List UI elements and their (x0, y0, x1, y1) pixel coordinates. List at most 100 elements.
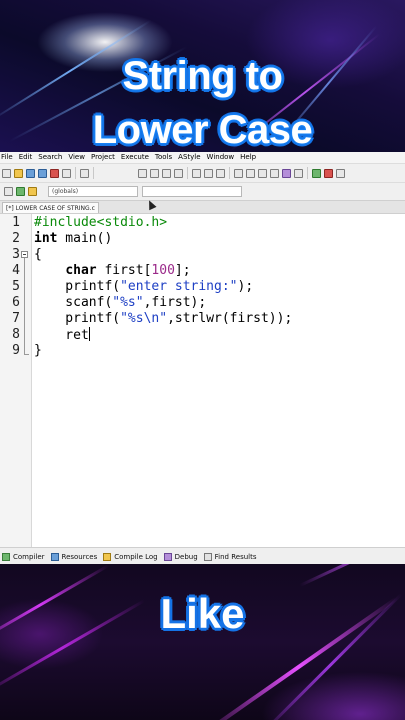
code-text: main() (57, 231, 113, 246)
menu-edit[interactable]: Edit (19, 152, 33, 163)
close-file-icon[interactable] (50, 168, 59, 178)
code-line-1: #include<stdio.h> (34, 215, 167, 231)
line-number: 4 (12, 263, 20, 278)
code-line-4: char first[100]; (34, 263, 191, 279)
code-text: ]; (174, 263, 191, 278)
string-literal: "%s" (112, 295, 144, 310)
line-number: 8 (12, 327, 20, 342)
menu-file[interactable]: File (1, 152, 13, 163)
code-text: { (34, 247, 42, 262)
undo-icon[interactable] (138, 168, 147, 178)
code-text: ,first); (143, 295, 207, 310)
secondary-toolbar: (globals) (0, 182, 405, 200)
find-results-tab-label: Find Results (214, 552, 257, 561)
new-file-icon[interactable] (2, 168, 11, 178)
profile-icon[interactable] (324, 168, 333, 178)
cancel-icon[interactable] (294, 168, 303, 178)
code-line-5: printf("enter string:"); (34, 279, 253, 295)
project-icon[interactable] (4, 187, 13, 196)
resources-icon (50, 552, 59, 561)
find-icon[interactable] (162, 168, 171, 178)
check-syntax-icon[interactable] (282, 168, 291, 178)
compile-log-icon (103, 552, 112, 561)
code-line-7: printf("%s\n",strlwr(first)); (34, 311, 292, 327)
video-title-line-1: String to (122, 54, 283, 98)
preprocessor-directive: #include<stdio.h> (34, 215, 168, 230)
window-icon[interactable] (246, 168, 255, 178)
close-all-icon[interactable] (62, 168, 71, 178)
fold-guide-end (24, 354, 29, 355)
grid-icon[interactable] (234, 168, 243, 178)
line-number: 9 (12, 343, 20, 358)
bookmark-icon[interactable] (216, 168, 225, 178)
menu-astyle[interactable]: AStyle (178, 152, 200, 163)
resources-tab[interactable]: Resources (50, 552, 98, 561)
line-number: 2 (12, 231, 20, 246)
resources-tab-label: Resources (61, 552, 98, 561)
compile-log-tab[interactable]: Compile Log (103, 552, 158, 561)
toolbar-divider (229, 167, 230, 179)
number-literal: 100 (151, 263, 175, 278)
keyword: char (65, 263, 97, 278)
bottom-panel-tabs: Compiler Resources Compile Log Debug Fin… (0, 547, 405, 564)
open-folder-icon[interactable] (14, 168, 23, 178)
find-results-icon (203, 552, 212, 561)
menu-window[interactable]: Window (207, 152, 235, 163)
print-icon[interactable] (80, 168, 89, 178)
replace-icon[interactable] (174, 168, 183, 178)
forward-icon[interactable] (204, 168, 213, 178)
find-results-tab[interactable]: Find Results (203, 552, 257, 561)
fold-toggle-icon[interactable] (21, 251, 28, 258)
debug-icon (163, 552, 172, 561)
class-browser-icon[interactable] (28, 187, 37, 196)
code-text: ret (34, 328, 89, 343)
line-number: 6 (12, 295, 20, 310)
line-number: 5 (12, 279, 20, 294)
chart-icon[interactable] (312, 168, 321, 178)
code-text: first[ (96, 263, 152, 278)
class-combo[interactable]: (globals) (48, 186, 138, 197)
toolbar-divider (75, 167, 76, 179)
menu-tools[interactable]: Tools (155, 152, 172, 163)
save-icon[interactable] (26, 168, 35, 178)
save-all-icon[interactable] (38, 168, 47, 178)
member-combo[interactable] (142, 186, 242, 197)
code-text: } (34, 343, 42, 358)
compiler-tab[interactable]: Compiler (2, 552, 45, 561)
code-editor[interactable]: 1 2 3 4 5 6 7 8 9 #include<stdio.h> int … (0, 213, 405, 548)
menu-project[interactable]: Project (91, 152, 115, 163)
redo-icon[interactable] (150, 168, 159, 178)
debug-tab-label: Debug (174, 552, 198, 561)
code-text: scanf( (34, 295, 113, 310)
tile-icon[interactable] (270, 168, 279, 178)
ide-window: File Edit Search View Project Execute To… (0, 152, 405, 564)
line-number: 3 (12, 247, 20, 262)
code-text: printf( (34, 311, 121, 326)
code-text: ); (237, 279, 254, 294)
compiler-tab-label: Compiler (13, 552, 45, 561)
add-file-icon[interactable] (16, 187, 25, 196)
back-icon[interactable] (192, 168, 201, 178)
debug-tab[interactable]: Debug (163, 552, 198, 561)
code-line-2: int main() (34, 231, 112, 247)
menu-bar: File Edit Search View Project Execute To… (0, 152, 405, 163)
string-literal: "enter string:" (120, 279, 238, 294)
code-line-8: ret (34, 327, 90, 344)
menu-help[interactable]: Help (240, 152, 256, 163)
bottom-banner: Like (0, 564, 405, 720)
neon-beam (299, 564, 405, 587)
toolbar-divider (187, 167, 188, 179)
toolbar-divider (93, 167, 94, 179)
code-line-6: scanf("%s",first); (34, 295, 206, 311)
menu-view[interactable]: View (68, 152, 85, 163)
fold-guide (24, 258, 25, 354)
editor-tab-bar: [*] LOWER CASE OF STRING.c (0, 200, 405, 214)
menu-search[interactable]: Search (38, 152, 62, 163)
code-line-9: } (34, 343, 42, 359)
layout-icon[interactable] (258, 168, 267, 178)
menu-execute[interactable]: Execute (121, 152, 149, 163)
line-number: 1 (12, 215, 20, 230)
code-line-3: { (34, 247, 42, 263)
compiler-icon (2, 552, 10, 561)
settings-icon[interactable] (336, 168, 345, 178)
